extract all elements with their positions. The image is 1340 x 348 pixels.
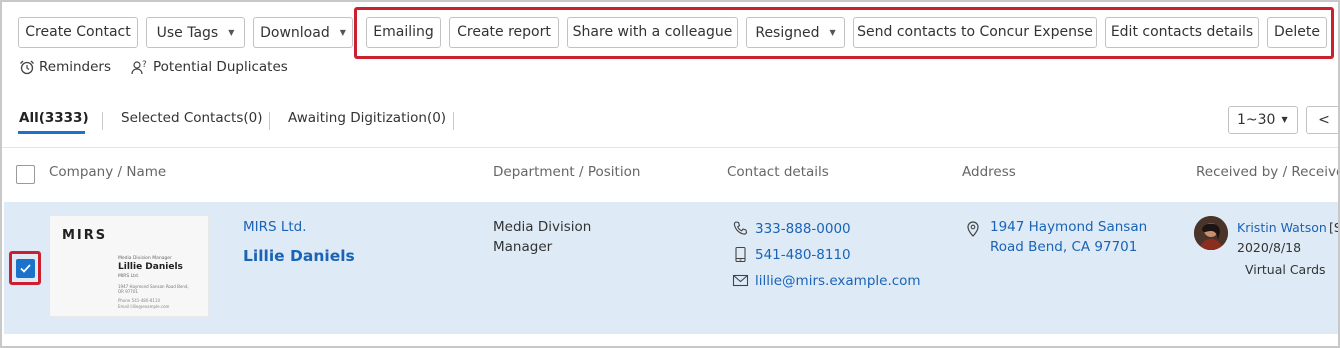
received-source: Virtual Cards [1245, 262, 1326, 277]
share-with-colleague-button[interactable]: Share with a colleague [567, 17, 738, 48]
tab-divider [453, 112, 454, 130]
download-dropdown[interactable]: Download ▼ [253, 17, 353, 48]
row-checkbox[interactable] [16, 259, 35, 278]
business-card-thumbnail[interactable]: MIRS Media Division Manager Lillie Danie… [50, 216, 208, 316]
column-header-address[interactable]: Address [962, 164, 1016, 180]
create-contact-button[interactable]: Create Contact [18, 17, 138, 48]
column-header-department-position[interactable]: Department / Position [493, 164, 640, 180]
chevron-down-icon: ▼ [339, 28, 346, 37]
create-report-label: Create report [457, 24, 551, 40]
card-logo: MIRS [62, 228, 108, 243]
position-text: Manager [493, 239, 553, 255]
email-link[interactable]: lillie@mirs.example.com [732, 272, 921, 289]
mobile-value: 541-480-8110 [755, 246, 851, 263]
card-email: Email lillie@example.com [118, 304, 170, 309]
divider [2, 147, 1338, 148]
address-line-2[interactable]: Road Bend, CA 97701 [990, 239, 1137, 255]
tab-selected-contacts[interactable]: Selected Contacts(0) [121, 110, 263, 126]
svg-text:?: ? [142, 60, 147, 70]
alarm-clock-icon [20, 60, 34, 75]
delete-label: Delete [1274, 24, 1320, 40]
mobile-link[interactable]: 541-480-8110 [732, 246, 851, 263]
card-title: Media Division Manager [118, 256, 172, 261]
tab-all[interactable]: All(3333) [19, 110, 89, 126]
tab-divider [269, 112, 270, 130]
phone-icon [733, 221, 748, 235]
download-label: Download [260, 25, 330, 41]
card-address-2: OR 97701 [118, 289, 138, 294]
email-value: lillie@mirs.example.com [755, 272, 921, 289]
page-range-select[interactable]: 1~30 ▼ [1228, 106, 1298, 134]
delete-button[interactable]: Delete [1267, 17, 1327, 48]
person-question-icon: ? [131, 60, 147, 75]
received-date: 2020/8/18 [1237, 240, 1302, 255]
emailing-button[interactable]: Emailing [366, 17, 441, 48]
edit-contacts-details-button[interactable]: Edit contacts details [1105, 17, 1259, 48]
avatar [1194, 216, 1228, 250]
chevron-left-icon: < [1318, 112, 1330, 128]
resigned-label: Resigned [755, 25, 820, 41]
share-label: Share with a colleague [572, 24, 733, 40]
potential-duplicates-label: Potential Duplicates [153, 59, 288, 75]
checkmark-icon [20, 264, 31, 273]
chevron-down-icon: ▼ [1281, 115, 1288, 124]
company-link[interactable]: MIRS Ltd. [243, 219, 307, 235]
department-text: Media Division [493, 219, 592, 235]
create-report-button[interactable]: Create report [449, 17, 559, 48]
column-header-contact-details[interactable]: Contact details [727, 164, 829, 180]
use-tags-dropdown[interactable]: Use Tags ▼ [146, 17, 245, 48]
edit-details-label: Edit contacts details [1110, 24, 1254, 40]
contacts-panel: Create Contact Use Tags ▼ Download ▼ Email… [0, 0, 1340, 348]
column-header-received[interactable]: Received by / Received [1196, 164, 1338, 180]
received-extra-text: [S [1329, 220, 1338, 235]
card-phone: Phone 541-480-8110 [118, 298, 160, 303]
send-concur-label: Send contacts to Concur Expense [857, 24, 1093, 40]
column-header-company-name[interactable]: Company / Name [49, 164, 166, 180]
received-by-link[interactable]: Kristin Watson [1237, 220, 1327, 235]
card-name: Lillie Daniels [118, 262, 183, 272]
chevron-down-icon: ▼ [829, 28, 836, 37]
phone-link[interactable]: 333-888-0000 [732, 220, 851, 237]
location-pin-icon [967, 221, 979, 237]
reminders-label: Reminders [39, 59, 111, 75]
contact-name-link[interactable]: Lillie Daniels [243, 247, 355, 265]
tab-awaiting-digitization[interactable]: Awaiting Digitization(0) [288, 110, 446, 126]
address-line-1[interactable]: 1947 Haymond Sansan [990, 219, 1147, 235]
reminders-link[interactable]: Reminders [19, 59, 111, 75]
envelope-icon [732, 274, 749, 287]
use-tags-label: Use Tags [156, 25, 219, 41]
create-contact-label: Create Contact [25, 24, 131, 40]
emailing-label: Emailing [373, 24, 434, 40]
page-range-value: 1~30 [1237, 112, 1276, 128]
phone-value: 333-888-0000 [755, 220, 851, 237]
send-to-concur-button[interactable]: Send contacts to Concur Expense [853, 17, 1097, 48]
select-all-checkbox[interactable] [16, 165, 35, 184]
mobile-phone-icon [735, 246, 746, 263]
previous-page-button[interactable]: < [1306, 106, 1338, 134]
tab-divider [102, 112, 103, 130]
resigned-dropdown[interactable]: Resigned ▼ [746, 17, 845, 48]
potential-duplicates-link[interactable]: ? Potential Duplicates [131, 59, 288, 75]
active-tab-indicator [18, 131, 85, 134]
chevron-down-icon: ▼ [228, 28, 235, 37]
card-company: MIRS Ltd. [118, 274, 140, 279]
